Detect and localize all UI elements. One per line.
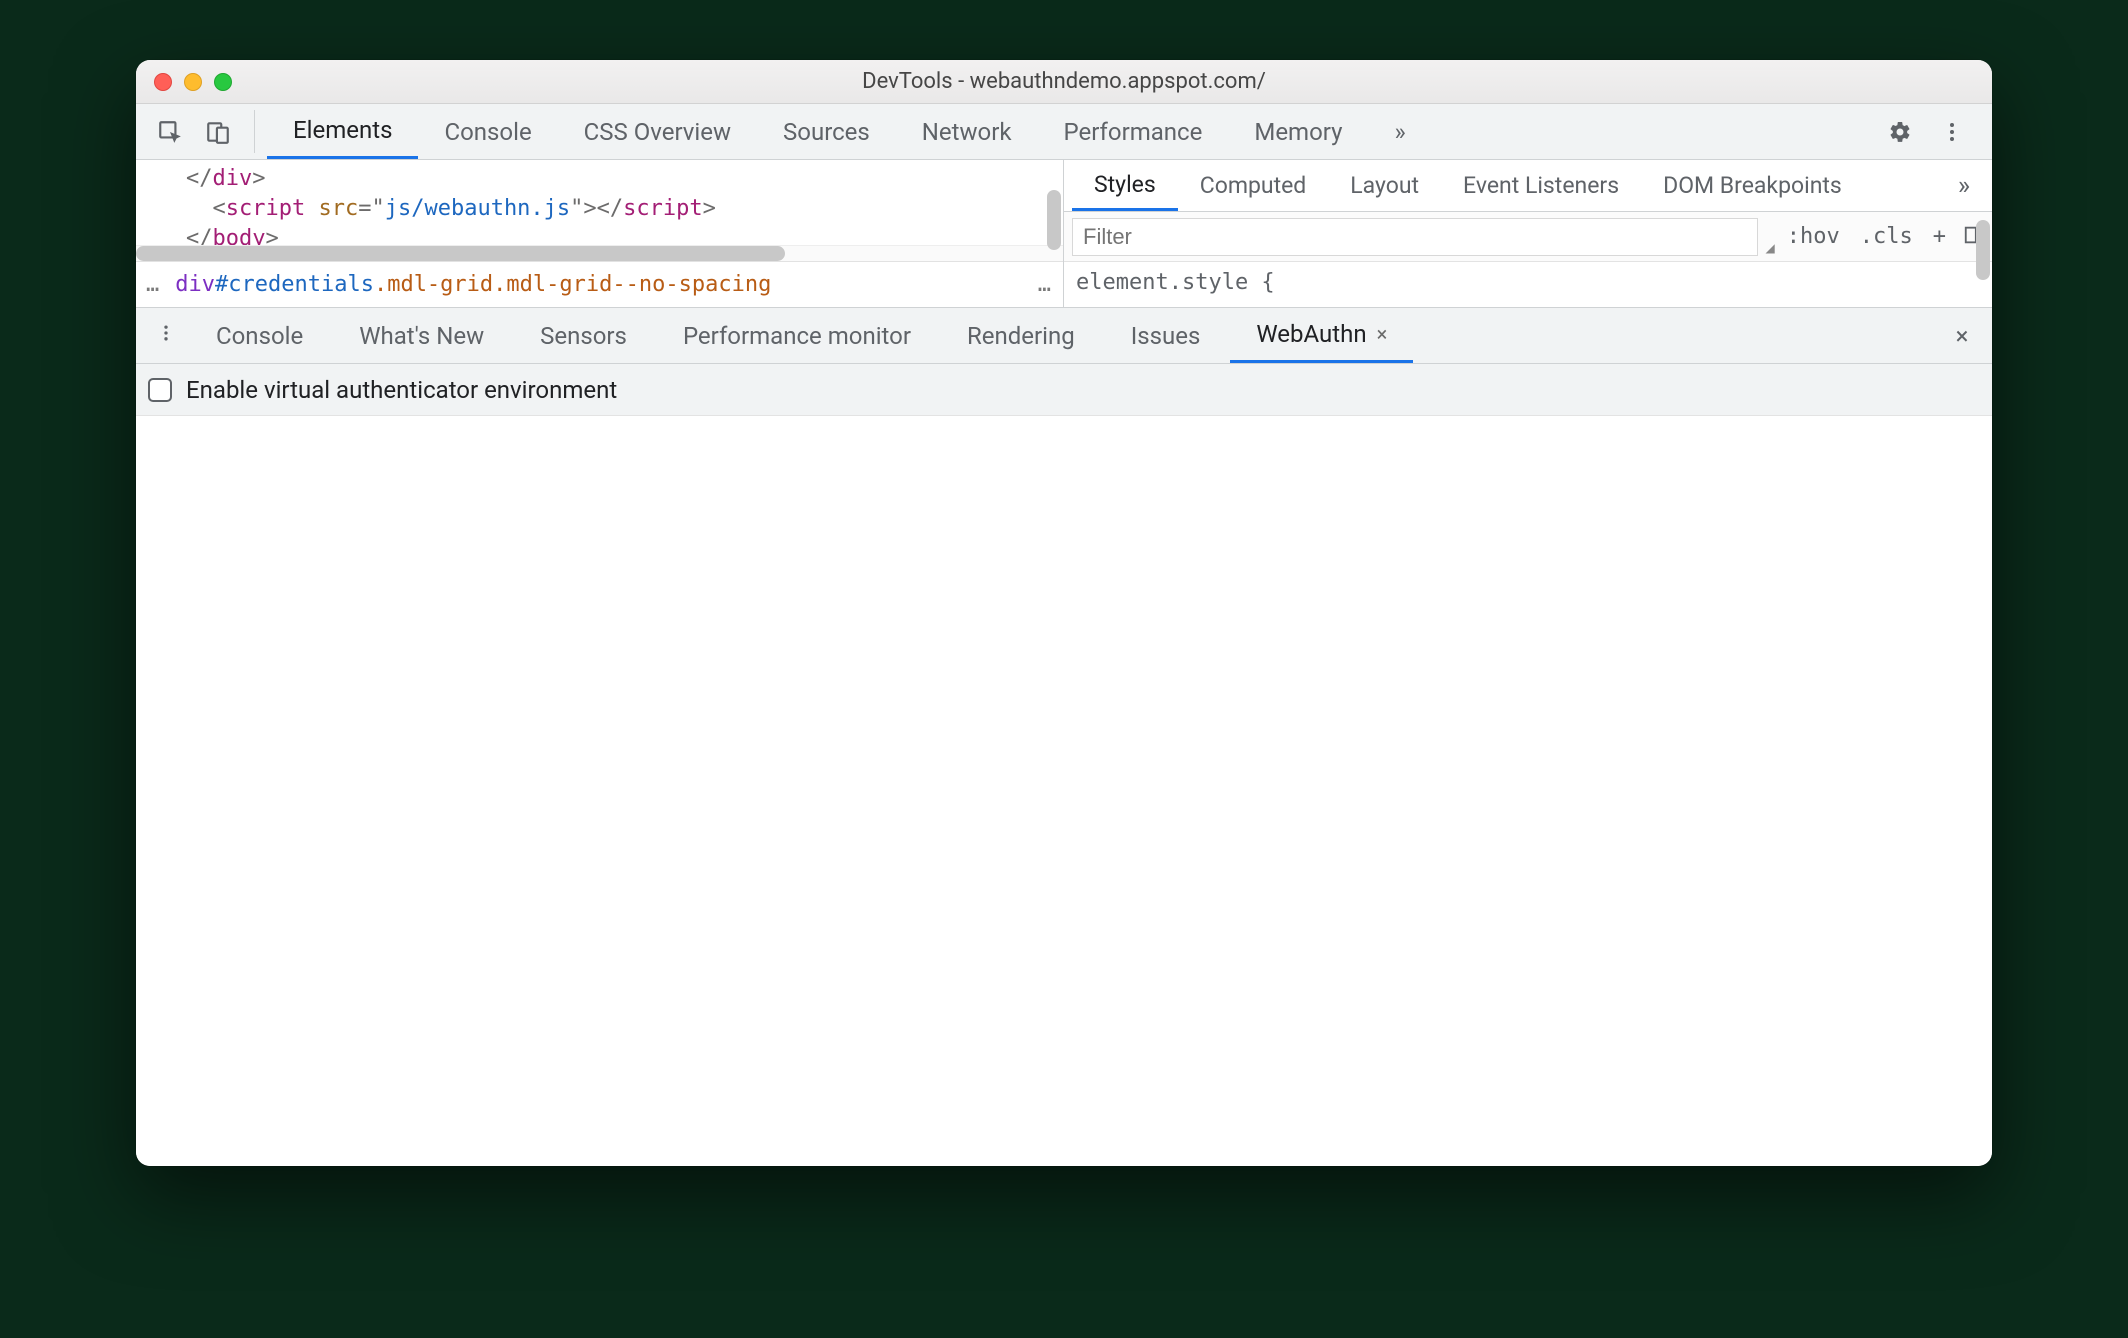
webauthn-enable-row[interactable]: Enable virtual authenticator environment bbox=[136, 364, 1992, 416]
drawer-tab-label: WebAuthn bbox=[1256, 320, 1366, 348]
dom-source: </div> <script src="js/webauthn.js"></sc… bbox=[136, 160, 1063, 245]
dom-horizontal-scrollbar[interactable] bbox=[136, 245, 1063, 261]
enable-virtual-auth-label: Enable virtual authenticator environment bbox=[186, 376, 617, 404]
dom-vertical-scrollbar-thumb[interactable] bbox=[1047, 190, 1061, 250]
code-fragment: src bbox=[318, 196, 358, 221]
new-style-rule-button[interactable]: + bbox=[1923, 224, 1956, 249]
dom-breadcrumb[interactable]: … div#credentials.mdl-grid.mdl-grid--no-… bbox=[136, 261, 1063, 307]
code-fragment: </ bbox=[186, 166, 213, 191]
code-fragment: js/webauthn.js bbox=[385, 196, 570, 221]
device-toolbar-icon[interactable] bbox=[194, 104, 242, 159]
drawer-tab-whats-new[interactable]: What's New bbox=[333, 308, 510, 363]
webauthn-panel-body bbox=[136, 416, 1992, 1166]
filter-resize-handle-icon[interactable]: ◢ bbox=[1766, 241, 1777, 261]
window-minimize-button[interactable] bbox=[184, 73, 202, 91]
breadcrumb-more-left[interactable]: … bbox=[146, 272, 161, 297]
code-fragment: > bbox=[703, 196, 716, 221]
traffic-lights bbox=[154, 73, 232, 91]
styles-vertical-scrollbar-thumb[interactable] bbox=[1976, 220, 1990, 280]
element-style-block[interactable]: element.style { bbox=[1064, 262, 1992, 303]
drawer-tab-sensors[interactable]: Sensors bbox=[514, 308, 653, 363]
code-fragment: </ bbox=[186, 226, 213, 245]
styles-tab-dom-breakpoints[interactable]: DOM Breakpoints bbox=[1641, 160, 1864, 211]
code-fragment: body bbox=[213, 226, 266, 245]
window-maximize-button[interactable] bbox=[214, 73, 232, 91]
toggle-hov-button[interactable]: :hov bbox=[1777, 224, 1850, 249]
drawer-tab-webauthn[interactable]: WebAuthn × bbox=[1230, 308, 1413, 363]
dom-tree-pane[interactable]: </div> <script src="js/webauthn.js"></sc… bbox=[136, 160, 1064, 307]
dom-horizontal-scrollbar-thumb[interactable] bbox=[136, 246, 785, 261]
breadcrumb-tag: div bbox=[175, 272, 215, 297]
devtools-window: DevTools - webauthndemo.appspot.com/ Ele… bbox=[136, 60, 1992, 1166]
drawer-tab-issues[interactable]: Issues bbox=[1105, 308, 1227, 363]
kebab-menu-icon[interactable] bbox=[1930, 110, 1974, 154]
breadcrumb-class: .mdl-grid--no-spacing bbox=[493, 272, 771, 297]
code-fragment: < bbox=[213, 196, 226, 221]
styles-filter-input[interactable] bbox=[1072, 218, 1758, 256]
code-fragment: script bbox=[623, 196, 702, 221]
drawer-tab-rendering[interactable]: Rendering bbox=[941, 308, 1101, 363]
window-title: DevTools - webauthndemo.appspot.com/ bbox=[136, 69, 1992, 94]
main-toolbar: Elements Console CSS Overview Sources Ne… bbox=[136, 104, 1992, 160]
tabs-overflow-icon[interactable]: » bbox=[1368, 104, 1431, 159]
main-tabs: Elements Console CSS Overview Sources Ne… bbox=[267, 104, 1878, 159]
breadcrumb-node[interactable]: div#credentials.mdl-grid.mdl-grid--no-sp… bbox=[175, 272, 771, 297]
code-fragment: "> bbox=[570, 196, 597, 221]
styles-pane: Styles Computed Layout Event Listeners D… bbox=[1064, 160, 1992, 307]
enable-virtual-auth-checkbox[interactable] bbox=[148, 378, 172, 402]
drawer-tab-performance-monitor[interactable]: Performance monitor bbox=[657, 308, 937, 363]
code-fragment: div bbox=[213, 166, 253, 191]
close-tab-icon[interactable]: × bbox=[1377, 322, 1388, 346]
toolbar-separator bbox=[254, 110, 255, 153]
code-fragment: =" bbox=[358, 196, 385, 221]
styles-tab-computed[interactable]: Computed bbox=[1178, 160, 1329, 211]
styles-tab-styles[interactable]: Styles bbox=[1072, 160, 1178, 211]
breadcrumb-id: #credentials bbox=[215, 272, 374, 297]
titlebar: DevTools - webauthndemo.appspot.com/ bbox=[136, 60, 1992, 104]
tab-css-overview[interactable]: CSS Overview bbox=[558, 104, 757, 159]
drawer-close-icon[interactable]: × bbox=[1942, 322, 1982, 350]
toolbar-actions bbox=[1878, 104, 1982, 159]
drawer-kebab-menu-icon[interactable] bbox=[146, 323, 186, 349]
tab-memory[interactable]: Memory bbox=[1228, 104, 1368, 159]
drawer-tabs: Console What's New Sensors Performance m… bbox=[136, 308, 1992, 364]
styles-tab-layout[interactable]: Layout bbox=[1328, 160, 1441, 211]
tab-elements[interactable]: Elements bbox=[267, 104, 418, 159]
styles-tabs-overflow-icon[interactable]: » bbox=[1944, 171, 1984, 201]
settings-gear-icon[interactable] bbox=[1878, 110, 1922, 154]
code-fragment: </ bbox=[597, 196, 624, 221]
code-fragment bbox=[305, 196, 318, 221]
toggle-cls-button[interactable]: .cls bbox=[1850, 224, 1923, 249]
elements-panel: </div> <script src="js/webauthn.js"></sc… bbox=[136, 160, 1992, 308]
styles-tab-event-listeners[interactable]: Event Listeners bbox=[1441, 160, 1641, 211]
tab-network[interactable]: Network bbox=[896, 104, 1038, 159]
tab-sources[interactable]: Sources bbox=[757, 104, 896, 159]
inspect-element-icon[interactable] bbox=[146, 104, 194, 159]
styles-filter-row: ◢ :hov .cls + bbox=[1064, 212, 1992, 262]
window-close-button[interactable] bbox=[154, 73, 172, 91]
drawer-tab-console[interactable]: Console bbox=[190, 308, 329, 363]
code-fragment: > bbox=[265, 226, 278, 245]
tab-performance[interactable]: Performance bbox=[1038, 104, 1229, 159]
code-fragment: > bbox=[252, 166, 265, 191]
styles-tabs: Styles Computed Layout Event Listeners D… bbox=[1064, 160, 1992, 212]
breadcrumb-class: .mdl-grid bbox=[374, 272, 493, 297]
code-fragment: script bbox=[226, 196, 305, 221]
breadcrumb-more-right[interactable]: … bbox=[1038, 272, 1053, 297]
tab-console[interactable]: Console bbox=[418, 104, 557, 159]
